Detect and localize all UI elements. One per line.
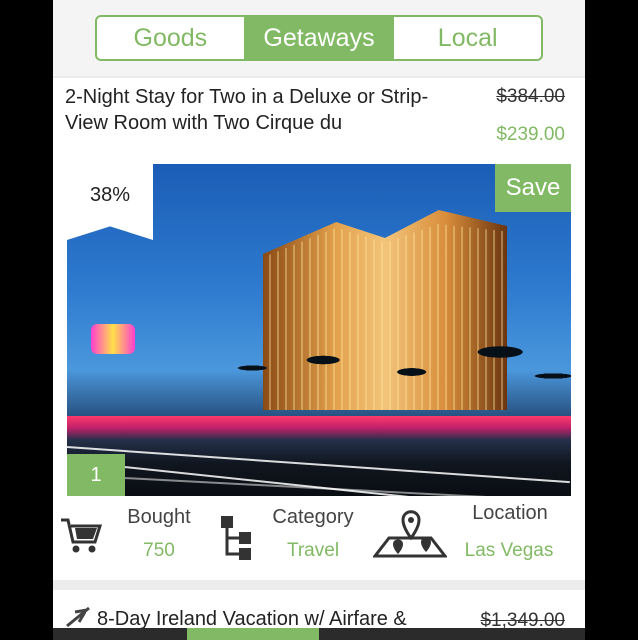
bought-label: Bought — [127, 506, 191, 528]
tab-goods[interactable]: Goods — [97, 17, 244, 59]
deal-old-price: $384.00 — [496, 86, 565, 107]
deal-new-price: $239.00 — [496, 124, 565, 145]
palm-trees — [217, 344, 571, 424]
bought-value: 750 — [143, 540, 175, 561]
category-tree-icon — [221, 516, 251, 560]
deal-stats: Bought 750 Category Travel Location Las … — [53, 500, 585, 578]
airplane-icon — [66, 606, 90, 628]
location-value: Las Vegas — [464, 540, 554, 561]
category-label: Category — [272, 506, 354, 528]
location-label: Location — [472, 502, 548, 524]
neon-sign — [91, 324, 135, 354]
bottom-tab-active[interactable] — [187, 628, 319, 640]
light-streak — [67, 474, 487, 496]
deal-title[interactable]: 2-Night Stay for Two in a Deluxe or Stri… — [65, 84, 465, 136]
app-screen: Goods Getaways Local 2-Night Stay for Tw… — [53, 0, 585, 640]
image-count-badge: 1 — [67, 454, 125, 496]
tab-getaways[interactable]: Getaways — [243, 17, 393, 59]
save-button[interactable]: Save — [495, 164, 571, 212]
cart-icon — [61, 518, 103, 553]
tabs-bar: Goods Getaways Local — [53, 0, 585, 76]
tab-local[interactable]: Local — [392, 17, 541, 59]
bottom-tab-strip — [53, 628, 585, 640]
category-value: Travel — [286, 540, 340, 561]
map-pins-icon — [373, 510, 447, 558]
deal-card[interactable]: 2-Night Stay for Two in a Deluxe or Stri… — [53, 78, 585, 580]
street — [67, 416, 571, 496]
segmented-tabs: Goods Getaways Local — [95, 15, 543, 61]
